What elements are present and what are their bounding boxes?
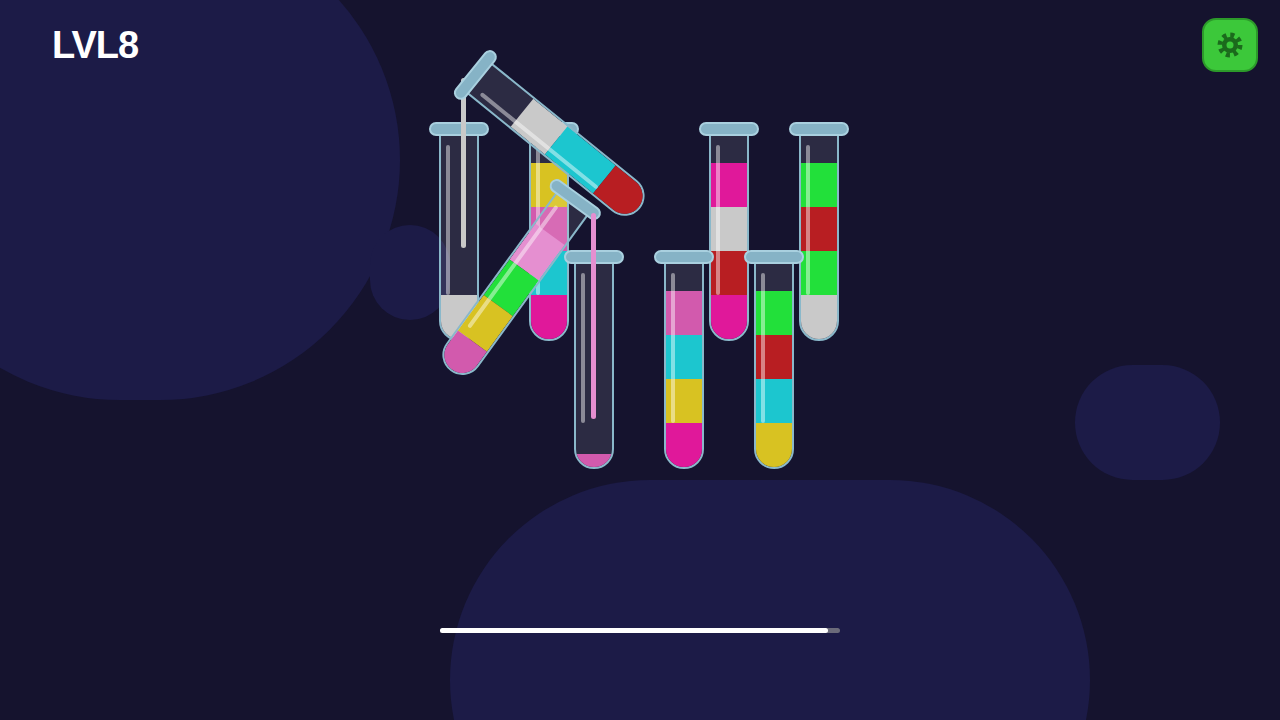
glass-shine [761,273,765,423]
liquid-color [666,423,702,467]
tube-slot [729,250,819,474]
liquid-color [756,423,792,467]
glass-shine [671,273,675,423]
tube-glass [799,131,839,341]
liquid-layer [801,295,837,339]
tube-rim [699,122,759,136]
tube-glass [754,259,794,469]
test-tube[interactable] [699,122,759,346]
tube-glass [709,131,749,341]
level-label: LVL8 [52,22,138,68]
glass-shine [806,145,810,295]
progress-track [440,628,840,633]
liquid-layer [756,423,792,467]
liquid-color [801,295,837,339]
liquid-color [576,454,612,467]
glass-shine [446,145,450,295]
tube-glass [664,259,704,469]
background-blob [450,480,1090,720]
liquid-layer [711,295,747,339]
tube-slot [459,250,549,474]
glass-shine [716,145,720,295]
game-board [0,0,1280,474]
liquid-color [711,295,747,339]
pour-stream [461,78,466,248]
liquid-layer [576,454,612,467]
test-tube[interactable] [789,122,849,346]
test-tube[interactable] [654,250,714,474]
pour-stream [591,213,596,419]
background-blob [370,225,450,320]
tube-rim [744,250,804,264]
liquid-layer [666,423,702,467]
tube-row [0,250,1280,474]
tube-rim [654,250,714,264]
tube-rim [789,122,849,136]
tube-row [0,0,1280,250]
liquid-layer [531,295,567,339]
test-tube[interactable] [744,250,804,474]
tube-slot [549,250,639,474]
glass-shine [581,273,585,423]
tube-slot [639,250,729,474]
gear-icon [1215,30,1245,60]
tube-rim [429,122,489,136]
settings-button[interactable] [1202,18,1258,72]
background-blob [1075,365,1220,480]
progress-fill [440,628,828,633]
liquid-color [531,295,567,339]
